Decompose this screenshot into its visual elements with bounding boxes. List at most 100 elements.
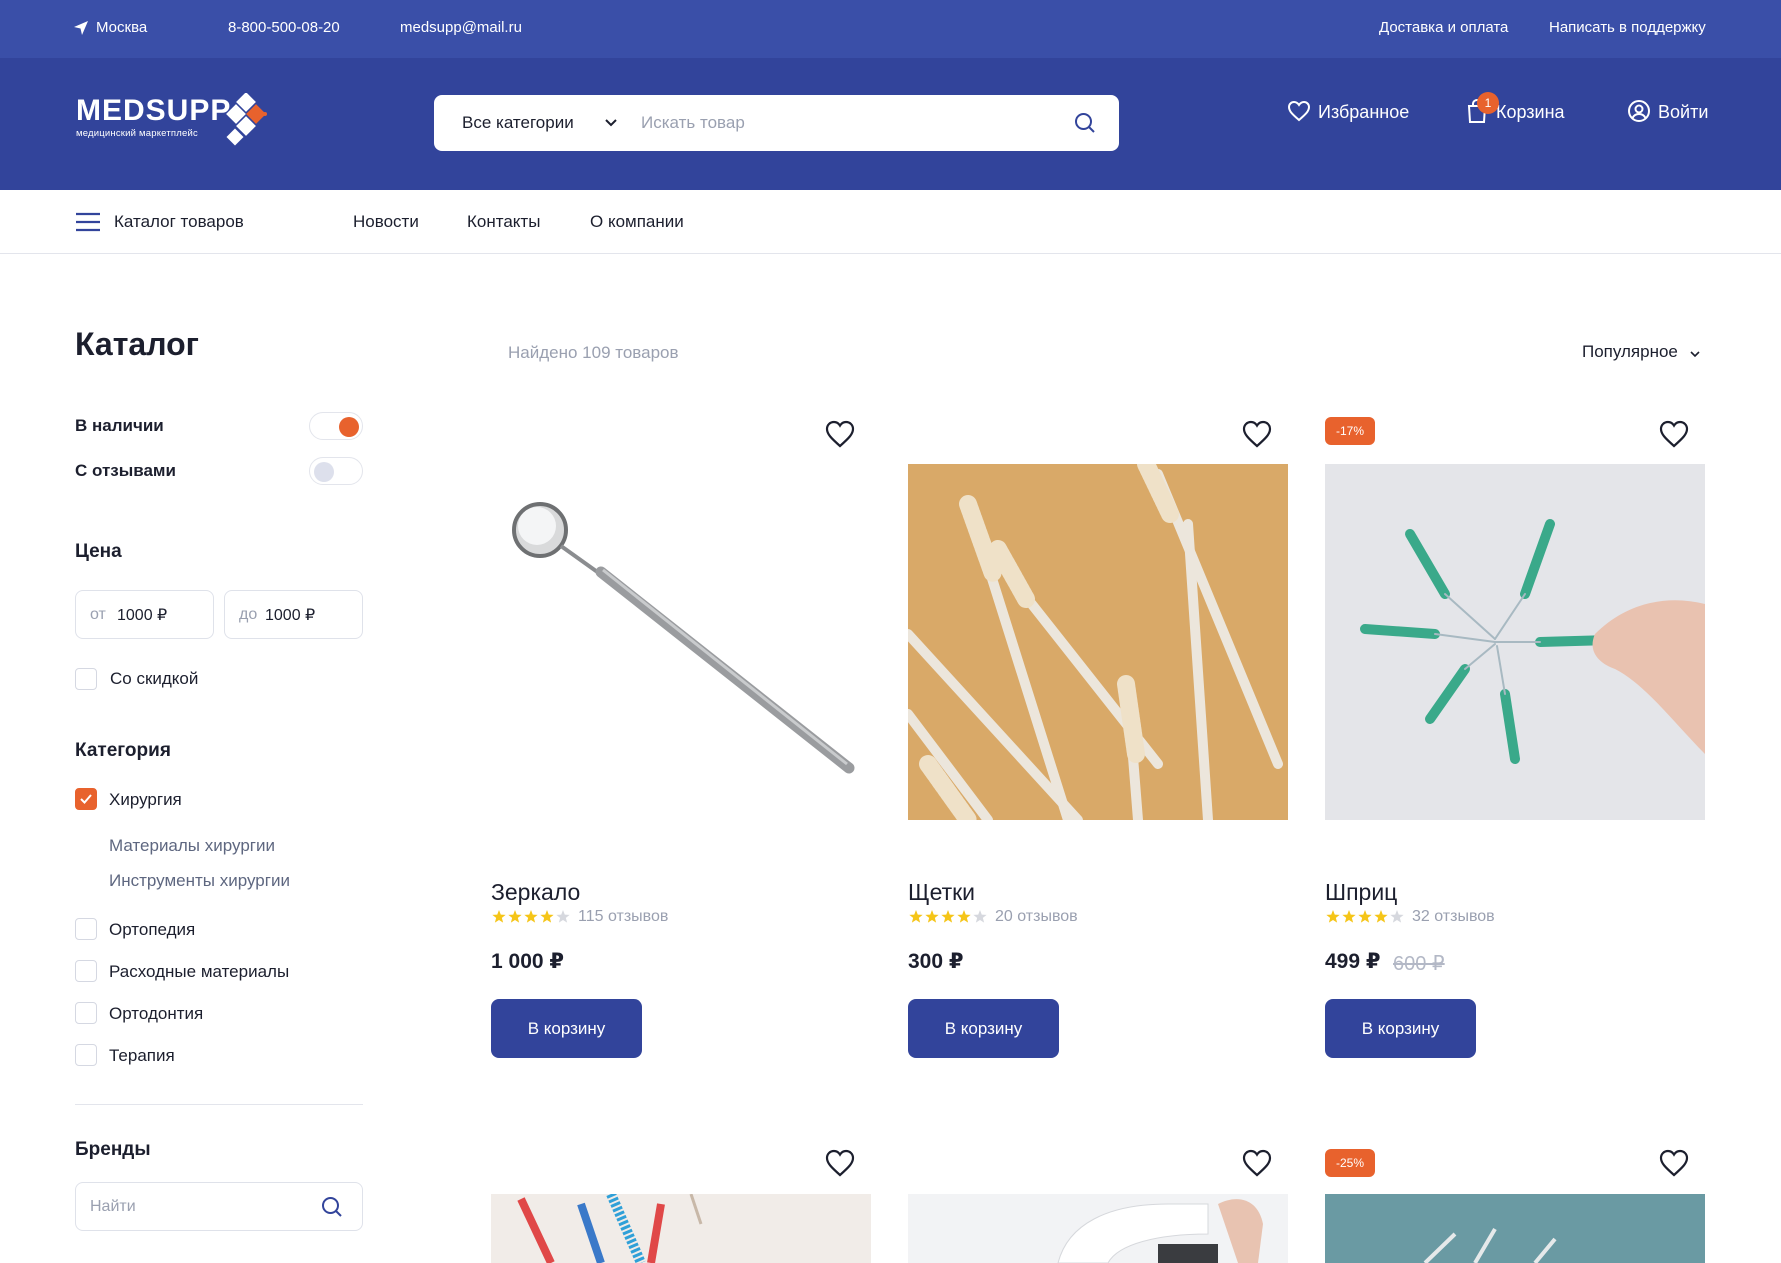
reviews-count[interactable]: 32 отзывов — [1412, 908, 1495, 926]
product-price: 1 000 ₽ — [491, 950, 564, 973]
nav-catalog[interactable]: Каталог товаров — [114, 212, 244, 232]
top-bar: Москва 8-800-500-08-20 medsupp@mail.ru Д… — [0, 0, 1781, 58]
sort-label: Популярное — [1582, 342, 1678, 361]
price-from-field[interactable]: от 1000 ₽ — [75, 590, 214, 639]
add-to-cart-button[interactable]: В корзину — [1325, 999, 1476, 1058]
product-price: 300 ₽ — [908, 950, 964, 973]
heart-icon[interactable] — [825, 1149, 855, 1177]
category-label: Ортодонтия — [109, 1004, 204, 1023]
nav-news[interactable]: Новости — [353, 212, 419, 232]
star-icon — [909, 910, 923, 923]
phone-link[interactable]: 8-800-500-08-20 — [228, 19, 340, 36]
category-label: Ортопедия — [109, 920, 196, 939]
heart-icon[interactable] — [1659, 1149, 1689, 1177]
chevron-down-icon — [1690, 351, 1700, 358]
dental-tools-icon — [1423, 1227, 1557, 1263]
star-icon — [1390, 910, 1404, 923]
product-image[interactable] — [908, 1194, 1288, 1263]
with-reviews-toggle[interactable] — [309, 457, 363, 485]
category-checkbox-orthodontics[interactable] — [75, 1002, 97, 1024]
checkmark-icon — [80, 794, 92, 804]
star-icon — [492, 910, 506, 923]
search-bar: Все категории — [434, 95, 1119, 151]
category-checkbox-orthopedics[interactable] — [75, 918, 97, 940]
price-to-prefix: до — [239, 606, 258, 623]
search-icon[interactable] — [1074, 112, 1096, 134]
product-name[interactable]: Щетки — [908, 879, 975, 906]
location-arrow-icon — [74, 21, 88, 35]
discount-label: Со скидкой — [110, 669, 199, 688]
heart-icon[interactable] — [1242, 1149, 1272, 1177]
product-image[interactable] — [1325, 1194, 1705, 1263]
city-selector[interactable]: Москва — [96, 19, 147, 36]
favorites-link[interactable]: Избранное — [1287, 100, 1409, 123]
category-label: Терапия — [109, 1046, 175, 1065]
price-to-value: 1000 ₽ — [265, 607, 316, 624]
reviews-count[interactable]: 20 отзывов — [995, 908, 1078, 926]
login-link[interactable]: Войти — [1627, 100, 1709, 123]
discount-badge: -25% — [1325, 1149, 1375, 1177]
add-to-cart-button[interactable]: В корзину — [491, 999, 642, 1058]
email-link[interactable]: medsupp@mail.ru — [400, 19, 522, 36]
discount-badge: -17% — [1325, 417, 1375, 445]
dental-mirror-icon — [512, 502, 855, 774]
product-name[interactable]: Зеркало — [491, 879, 580, 906]
star-icon — [957, 910, 971, 923]
heart-icon[interactable] — [825, 420, 855, 448]
subcategory-link[interactable]: Материалы хирургии — [109, 836, 275, 856]
page-title: Каталог — [75, 326, 199, 362]
price-from-value: 1000 ₽ — [117, 607, 168, 624]
price-from-prefix: от — [90, 606, 106, 623]
category-select[interactable]: Все категории — [462, 113, 574, 133]
star-icon — [1374, 910, 1388, 923]
heart-icon — [1287, 100, 1311, 122]
logo[interactable]: MEDSUPP медицинский маркетплейс — [76, 96, 231, 140]
price-to-field[interactable]: до 1000 ₽ — [224, 590, 363, 639]
heart-icon[interactable] — [1659, 420, 1689, 448]
search-icon[interactable] — [321, 1196, 343, 1218]
category-heading: Категория — [75, 740, 171, 761]
brushes-icon — [908, 464, 1283, 820]
main-nav: Каталог товаров Новости Контакты О компа… — [0, 190, 1781, 254]
toggle-knob — [339, 417, 359, 437]
brands-heading: Бренды — [75, 1139, 151, 1160]
sort-select[interactable]: Популярное — [1582, 342, 1700, 362]
with-reviews-label: С отзывами — [75, 461, 176, 480]
support-link[interactable]: Написать в поддержку — [1549, 19, 1706, 36]
login-label: Войти — [1658, 102, 1709, 122]
cart-label: Корзина — [1496, 102, 1565, 122]
category-checkbox-therapy[interactable] — [75, 1044, 97, 1066]
toggle-knob — [314, 462, 334, 482]
star-icon — [508, 910, 522, 923]
product-image[interactable] — [908, 464, 1288, 820]
reviews-count[interactable]: 115 отзывов — [578, 908, 668, 926]
heart-icon[interactable] — [1242, 420, 1272, 448]
subcategory-link[interactable]: Инструменты хирургии — [109, 871, 290, 891]
rating-stars-icon — [492, 910, 570, 923]
menu-icon[interactable] — [76, 212, 100, 232]
category-checkbox-surgery[interactable] — [75, 788, 97, 810]
header: MEDSUPP медицинский маркетплейс Все кате… — [0, 58, 1781, 190]
in-stock-toggle[interactable] — [309, 412, 363, 440]
product-image[interactable] — [491, 464, 871, 820]
chevron-down-icon[interactable] — [604, 118, 618, 128]
brand-search-field — [75, 1182, 363, 1231]
product-price: 499 ₽ — [1325, 950, 1381, 973]
product-name[interactable]: Шприц — [1325, 879, 1397, 906]
category-checkbox-consumables[interactable] — [75, 960, 97, 982]
add-to-cart-button[interactable]: В корзину — [908, 999, 1059, 1058]
product-image[interactable] — [1325, 464, 1705, 820]
search-input[interactable] — [641, 105, 1041, 141]
sidebar-divider — [75, 1104, 363, 1105]
star-icon — [556, 910, 570, 923]
delivery-link[interactable]: Доставка и оплата — [1379, 19, 1508, 36]
category-label: Хирургия — [109, 790, 182, 809]
cart-count-badge: 1 — [1477, 92, 1499, 114]
nav-about[interactable]: О компании — [590, 212, 684, 232]
discount-checkbox[interactable] — [75, 668, 97, 690]
product-image[interactable] — [491, 1194, 871, 1263]
brand-search-input[interactable] — [90, 1193, 310, 1221]
star-icon — [973, 910, 987, 923]
nav-contacts[interactable]: Контакты — [467, 212, 540, 232]
category-label: Расходные материалы — [109, 962, 290, 981]
